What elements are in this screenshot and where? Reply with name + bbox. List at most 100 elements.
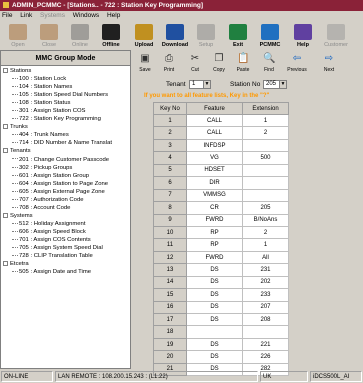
extension-cell[interactable]: 231 (242, 263, 289, 277)
feature-cell[interactable]: DS (186, 350, 243, 364)
extension-cell[interactable]: All (242, 250, 289, 265)
header-key-no[interactable]: Key No (153, 102, 187, 115)
menu-windows[interactable]: Windows (73, 12, 99, 19)
exit-button[interactable]: Exit (222, 23, 254, 50)
header-extension[interactable]: Extension (242, 102, 289, 115)
tree-item[interactable]: 104 : Station Names (3, 83, 130, 91)
close-button[interactable]: Close (33, 23, 65, 50)
header-feature[interactable]: Feature (186, 102, 243, 115)
tree-item[interactable]: 605 : Assign External Page Zone (3, 188, 130, 196)
next-button[interactable]: ⇨ Next (318, 52, 340, 77)
tree-item[interactable]: 707 : Authorization Code (3, 196, 130, 204)
feature-cell[interactable]: DS (186, 263, 243, 277)
tree-item[interactable]: 301 : Assign Station COS (3, 107, 130, 115)
expand-icon[interactable] (3, 212, 8, 218)
extension-cell[interactable]: 1 (242, 113, 289, 128)
save-button[interactable]: ▣ Save (134, 52, 156, 77)
feature-cell[interactable]: CALL (186, 126, 243, 140)
menu-link[interactable]: Link (20, 12, 32, 19)
upload-button[interactable]: Upload (128, 23, 160, 50)
tree-group[interactable]: Tenants (3, 147, 130, 155)
tree-item[interactable]: 105 : Station Speed Dial Numbers (3, 91, 130, 99)
extension-cell[interactable]: 208 (242, 312, 289, 327)
menu-file[interactable]: File (2, 12, 12, 19)
extension-cell[interactable] (242, 163, 289, 178)
tree-item[interactable]: 722 : Station Key Programming (3, 115, 130, 123)
feature-cell[interactable]: FWRD (186, 250, 243, 265)
tree-item[interactable]: 100 : Station Lock (3, 75, 130, 83)
feature-cell[interactable]: VG (186, 151, 243, 165)
expand-icon[interactable] (3, 68, 8, 73)
extension-cell[interactable]: 1 (242, 238, 289, 252)
tree-item[interactable]: 201 : Change Customer Passcode (3, 156, 130, 164)
feature-cell[interactable]: FWRD (186, 213, 243, 227)
extension-cell[interactable]: 205 (242, 201, 289, 215)
help-button[interactable]: Help (287, 23, 319, 50)
extension-cell[interactable] (242, 176, 289, 190)
extension-cell[interactable]: 202 (242, 275, 289, 290)
extension-cell[interactable] (242, 138, 289, 153)
feature-cell[interactable]: INFDSP (186, 138, 243, 153)
customer-button[interactable]: Customer (320, 23, 352, 50)
copy-button[interactable]: ❐ Copy (208, 52, 230, 77)
feature-cell[interactable]: DS (186, 275, 243, 290)
feature-cell[interactable]: RP (186, 225, 243, 240)
expand-icon[interactable] (3, 148, 8, 154)
tree-item[interactable]: 505 : Assign Date and Time (3, 268, 130, 276)
extension-cell[interactable]: 233 (242, 288, 289, 302)
feature-cell[interactable]: VMMSG (186, 188, 243, 203)
feature-cell[interactable]: HDSET (186, 163, 243, 178)
pcmmc-button[interactable]: PCMMC (254, 23, 286, 50)
tree-item[interactable]: 705 : Assign System Speed Dial (3, 244, 130, 252)
tree-item[interactable]: 606 : Assign Speed Block (3, 228, 130, 236)
tree-item[interactable]: 601 : Assign Station Group (3, 172, 130, 180)
tree-item[interactable]: 302 : Pickup Groups (3, 164, 130, 172)
feature-cell[interactable]: RP (186, 238, 243, 252)
station-select[interactable]: 205 ▼ (263, 80, 287, 89)
tree-item[interactable]: 701 : Assign COS Contents (3, 236, 130, 244)
feature-cell[interactable]: DIR (186, 176, 243, 190)
feature-cell[interactable]: DS (186, 312, 243, 327)
tree-group[interactable]: Systems (3, 212, 130, 220)
menu-systems[interactable]: Systems (40, 12, 65, 19)
download-button[interactable]: Download (159, 23, 191, 50)
open-button[interactable]: Open (2, 23, 34, 50)
tree-item[interactable]: 604 : Assign Station to Page Zone (3, 180, 130, 188)
online-button[interactable]: Online (64, 23, 96, 50)
extension-cell[interactable] (242, 325, 289, 339)
tree-group[interactable]: Etcetra (3, 260, 130, 268)
feature-cell[interactable] (186, 325, 243, 339)
feature-cell[interactable]: CALL (186, 113, 243, 128)
expand-icon[interactable] (3, 124, 8, 130)
tree-group[interactable]: Trunks (3, 123, 130, 131)
tree-group[interactable]: Stations (3, 67, 130, 75)
menu-help[interactable]: Help (107, 12, 120, 19)
expand-icon[interactable] (3, 261, 8, 267)
extension-cell[interactable]: B/NoAns (242, 213, 289, 227)
extension-cell[interactable]: 2 (242, 126, 289, 140)
feature-cell[interactable]: DS (186, 300, 243, 315)
offline-button[interactable]: Offline (95, 23, 127, 50)
extension-cell[interactable] (242, 188, 289, 203)
print-button[interactable]: ⎙ Print (158, 52, 180, 77)
tenant-select[interactable]: 1 ▼ (189, 80, 211, 89)
tree-item[interactable]: 714 : DID Number & Name Translat (3, 139, 130, 147)
extension-cell[interactable]: 500 (242, 151, 289, 165)
tree-item[interactable]: 728 : CLIP Translation Table (3, 252, 130, 260)
find-button[interactable]: 🔍 Find (258, 52, 280, 77)
feature-cell[interactable]: DS (186, 337, 243, 352)
previous-button[interactable]: ⇦ Previous (286, 52, 308, 77)
cut-button[interactable]: ✂ Cut (184, 52, 206, 77)
tree-item[interactable]: 404 : Trunk Names (3, 131, 130, 139)
extension-cell[interactable]: 2 (242, 225, 289, 240)
extension-cell[interactable]: 207 (242, 300, 289, 315)
paste-button[interactable]: 📋 Paste (232, 52, 254, 77)
extension-cell[interactable]: 226 (242, 350, 289, 364)
feature-cell[interactable]: CR (186, 201, 243, 215)
tree-item[interactable]: 708 : Account Code (3, 204, 130, 212)
extension-cell[interactable]: 221 (242, 337, 289, 352)
tree-item[interactable]: 512 : Holiday Assignment (3, 220, 130, 228)
feature-cell[interactable]: DS (186, 288, 243, 302)
tree-item[interactable]: 108 : Station Status (3, 99, 130, 107)
setup-button[interactable]: Setup (190, 23, 222, 50)
